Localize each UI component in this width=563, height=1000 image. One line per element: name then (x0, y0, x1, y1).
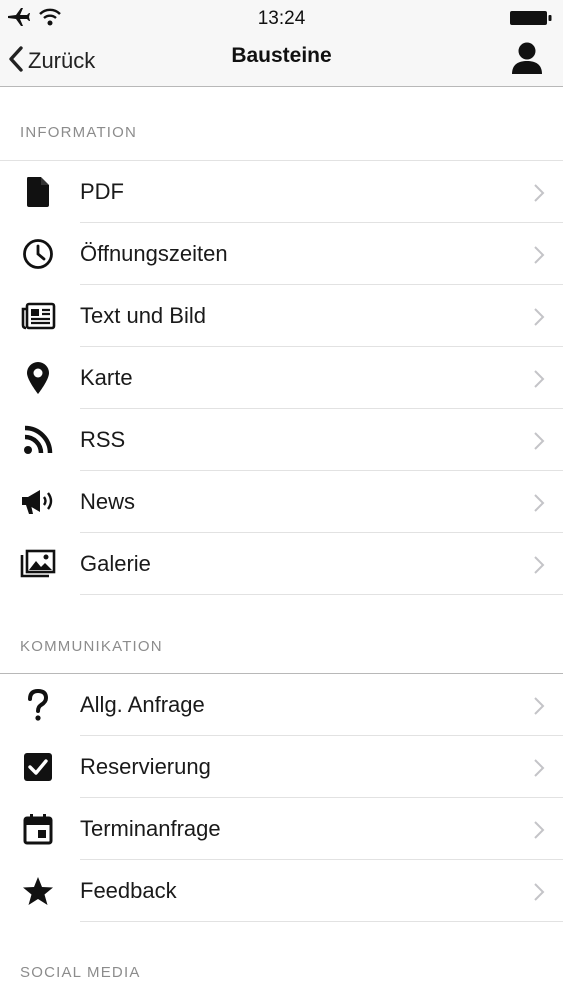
list-item-label: News (80, 489, 136, 514)
gallery-icon (20, 548, 56, 580)
chevron-right-icon (533, 758, 545, 778)
section-header-information: INFORMATION (20, 124, 138, 141)
list-item-label: Text und Bild (80, 303, 206, 328)
list-item-karte[interactable]: Karte (0, 347, 563, 409)
chevron-right-icon (533, 493, 545, 513)
chevron-right-icon (533, 882, 545, 902)
chevron-right-icon (533, 369, 545, 389)
list-item-pdf[interactable]: PDF (0, 161, 563, 223)
list-item-text-und-bild[interactable]: Text und Bild (0, 285, 563, 347)
list-item-label: Galerie (80, 551, 151, 576)
list-item-news[interactable]: News (0, 471, 563, 533)
rss-icon (20, 424, 56, 456)
document-icon (20, 176, 56, 208)
chevron-right-icon (533, 820, 545, 840)
section-header-kommunikation: KOMMUNIKATION (20, 638, 163, 655)
list-item-reservierung[interactable]: Reservierung (0, 736, 563, 798)
megaphone-icon (20, 486, 56, 518)
chevron-right-icon (533, 555, 545, 575)
chevron-right-icon (533, 696, 545, 716)
list-item-label: Allg. Anfrage (80, 692, 205, 717)
list-item-label: Karte (80, 365, 133, 390)
chevron-right-icon (533, 431, 545, 451)
clock-icon (20, 238, 56, 270)
question-icon (20, 689, 56, 721)
section-header-social-media: SOCIAL MEDIA (20, 964, 141, 981)
status-time: 13:24 (257, 8, 306, 29)
list-item-rss[interactable]: RSS (0, 409, 563, 471)
status-bar: 13:24 (0, 0, 563, 36)
row-separator (80, 594, 563, 595)
battery-icon (509, 10, 553, 26)
list-item-allg-anfrage[interactable]: Allg. Anfrage (0, 674, 563, 736)
list-item-label: PDF (80, 179, 124, 204)
chevron-right-icon (533, 245, 545, 265)
chevron-right-icon (533, 307, 545, 327)
chevron-right-icon (533, 183, 545, 203)
map-pin-icon (20, 362, 56, 394)
list-item-label: Reservierung (80, 754, 211, 779)
navigation-bar: Zurück Bausteine (0, 36, 563, 87)
row-separator (80, 921, 563, 922)
list-item-oeffnungszeiten[interactable]: Öffnungszeiten (0, 223, 563, 285)
newspaper-icon (20, 300, 56, 332)
profile-icon[interactable] (509, 40, 545, 78)
list-item-label: Öffnungszeiten (80, 241, 228, 266)
list-item-label: RSS (80, 427, 126, 452)
list-item-galerie[interactable]: Galerie (0, 533, 563, 595)
checkbox-icon (20, 751, 56, 783)
list-item-terminanfrage[interactable]: Terminanfrage (0, 798, 563, 860)
calendar-icon (20, 813, 56, 845)
star-icon (20, 875, 56, 907)
list-item-label: Feedback (80, 878, 177, 903)
list-item-feedback[interactable]: Feedback (0, 860, 563, 922)
page-title: Bausteine (231, 44, 332, 67)
list-item-label: Terminanfrage (80, 816, 221, 841)
